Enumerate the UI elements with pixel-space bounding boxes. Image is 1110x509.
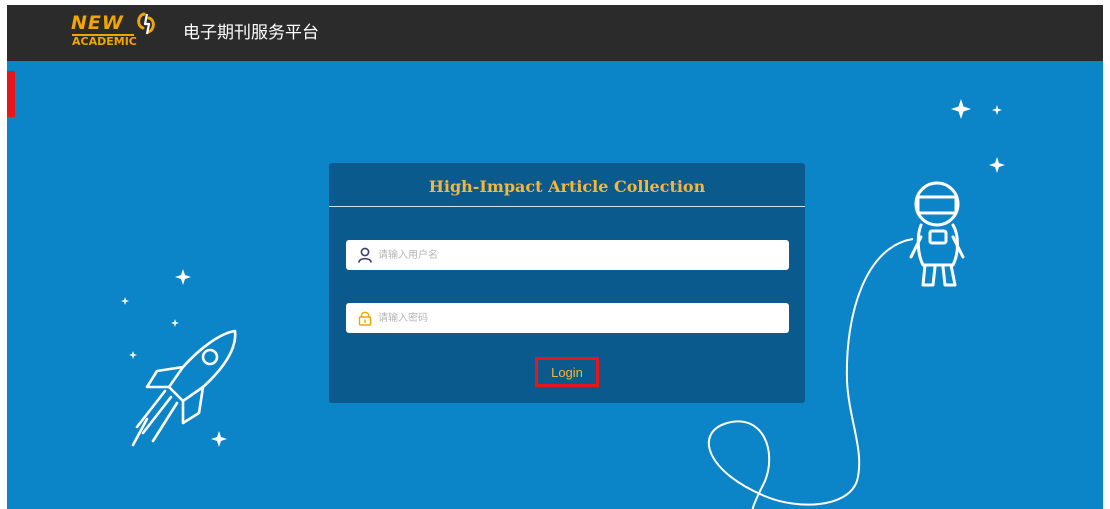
app-frame: NEW ACADEMIC 电子期刊服务平台 High-Impact Articl… [7, 5, 1103, 509]
username-input[interactable] [378, 240, 778, 270]
brand-logo[interactable]: NEW ACADEMIC [71, 12, 167, 54]
password-input[interactable] [378, 303, 778, 333]
login-card: High-Impact Article Collection Login [329, 163, 805, 403]
password-field[interactable] [346, 303, 789, 333]
lock-icon [358, 311, 372, 326]
login-page-background: High-Impact Article Collection Login [7, 61, 1103, 509]
site-title: 电子期刊服务平台 [183, 23, 319, 43]
username-field[interactable] [346, 240, 789, 270]
login-title: High-Impact Article Collection [428, 177, 706, 196]
logo-mark-icon [137, 12, 155, 35]
logo-text-new: NEW [71, 12, 124, 34]
user-icon [358, 247, 372, 263]
rocket-icon [131, 329, 237, 447]
title-divider [329, 206, 805, 207]
logo-text-academic: ACADEMIC [72, 35, 137, 48]
astronaut-icon [909, 181, 965, 287]
header-bar: NEW ACADEMIC 电子期刊服务平台 [7, 5, 1103, 61]
login-button[interactable]: Login [535, 357, 599, 387]
